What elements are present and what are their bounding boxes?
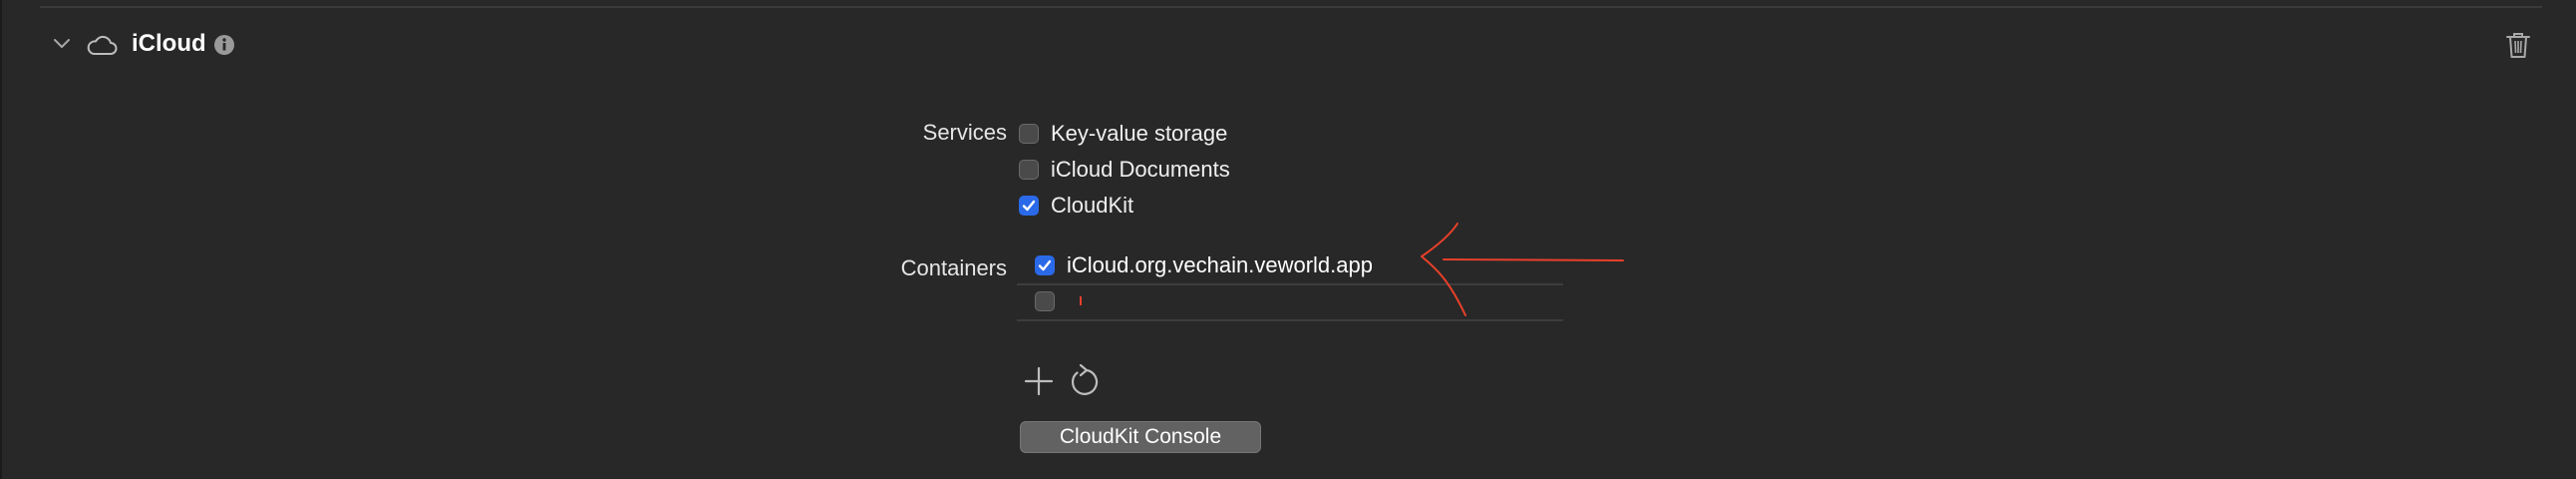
service-label: CloudKit bbox=[1051, 193, 1134, 218]
service-label: iCloud Documents bbox=[1051, 157, 1230, 182]
section-divider bbox=[40, 6, 2542, 8]
cloudkit-console-button[interactable]: CloudKit Console bbox=[1020, 421, 1261, 453]
info-icon[interactable] bbox=[213, 34, 235, 56]
services-label: Services bbox=[922, 120, 1007, 145]
service-icloud-documents[interactable]: iCloud Documents bbox=[1019, 154, 1230, 186]
checkbox-checked[interactable] bbox=[1035, 255, 1055, 275]
red-arrow-annotation bbox=[1421, 223, 1624, 316]
service-cloudkit[interactable]: CloudKit bbox=[1019, 190, 1133, 222]
containers-label: Containers bbox=[900, 255, 1007, 280]
service-key-value-storage[interactable]: Key-value storage bbox=[1019, 118, 1227, 150]
checkbox[interactable] bbox=[1019, 124, 1039, 144]
trash-icon[interactable] bbox=[2504, 30, 2532, 60]
container-name: iCloud.org.vechain.veworld.app bbox=[1067, 252, 1373, 277]
checkmark-icon bbox=[1022, 200, 1036, 212]
checkbox[interactable] bbox=[1019, 160, 1039, 180]
refresh-icon[interactable] bbox=[1067, 363, 1101, 399]
window-left-border bbox=[0, 0, 2, 479]
checkbox-checked[interactable] bbox=[1019, 196, 1039, 216]
chevron-down-icon[interactable] bbox=[50, 32, 74, 56]
plus-icon[interactable] bbox=[1023, 365, 1055, 397]
checkmark-icon bbox=[1038, 259, 1052, 271]
icloud-capability-header: iCloud bbox=[40, 20, 2542, 72]
service-label: Key-value storage bbox=[1051, 121, 1228, 146]
capability-title: iCloud bbox=[132, 30, 206, 57]
cloud-icon bbox=[86, 32, 118, 58]
checkbox[interactable] bbox=[1035, 291, 1055, 311]
redacted-mark bbox=[1080, 296, 1082, 305]
